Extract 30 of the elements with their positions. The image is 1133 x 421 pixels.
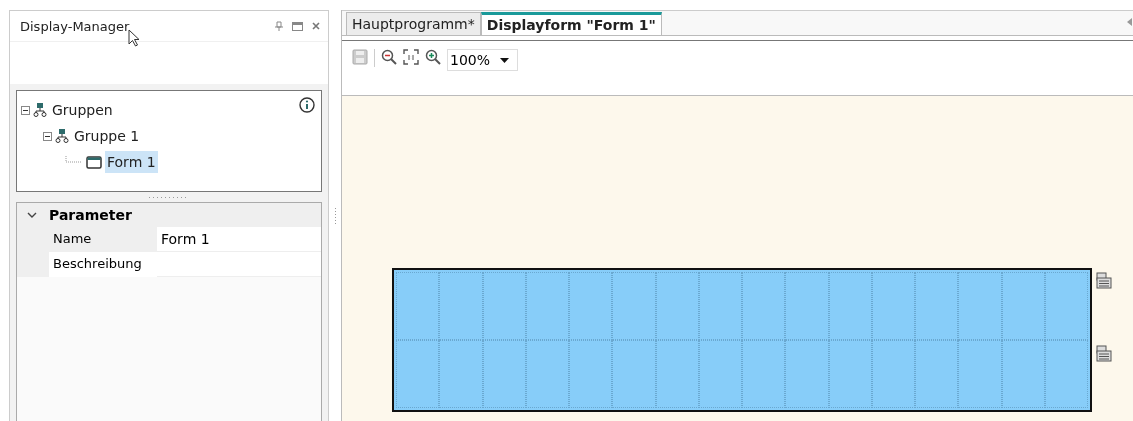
collapse-icon[interactable] [43, 131, 52, 141]
info-icon[interactable] [299, 97, 315, 113]
scroll-left-icon[interactable] [1127, 18, 1132, 26]
tree-item[interactable]: Gruppen [50, 99, 115, 121]
editor-tab[interactable]: Displayform "Form 1" [480, 12, 662, 35]
editor-tab[interactable]: Hauptprogramm* [346, 12, 481, 35]
section-header: Parameter [49, 207, 132, 223]
tree-item[interactable]: Gruppe 1 [72, 125, 142, 147]
toolbar-separator [374, 49, 375, 67]
zoom-out-icon[interactable] [381, 49, 397, 65]
zoom-dropdown[interactable]: 100% [447, 49, 519, 71]
caret-icon [500, 57, 510, 63]
window-icon [86, 155, 102, 169]
pin-icon[interactable] [275, 21, 283, 31]
panel-title: Display-Manager [20, 18, 130, 34]
tree-item[interactable]: Form 1 [105, 151, 158, 173]
maximize-icon[interactable] [292, 21, 303, 31]
document-icon [1096, 345, 1112, 362]
close-icon[interactable] [312, 22, 320, 30]
lcd-display[interactable] [392, 268, 1092, 412]
hierarchy-icon [55, 129, 69, 143]
chevron-down-icon[interactable] [27, 211, 37, 219]
property-name: Beschreibung [49, 252, 157, 277]
actual-size-icon[interactable] [403, 49, 419, 65]
collapse-icon[interactable] [21, 105, 30, 115]
hierarchy-icon [33, 103, 47, 117]
property-value[interactable]: Form 1 [157, 227, 321, 252]
splitter-grip-icon[interactable] [333, 207, 337, 224]
document-icon [1096, 272, 1112, 289]
zoom-in-icon[interactable] [425, 49, 441, 65]
